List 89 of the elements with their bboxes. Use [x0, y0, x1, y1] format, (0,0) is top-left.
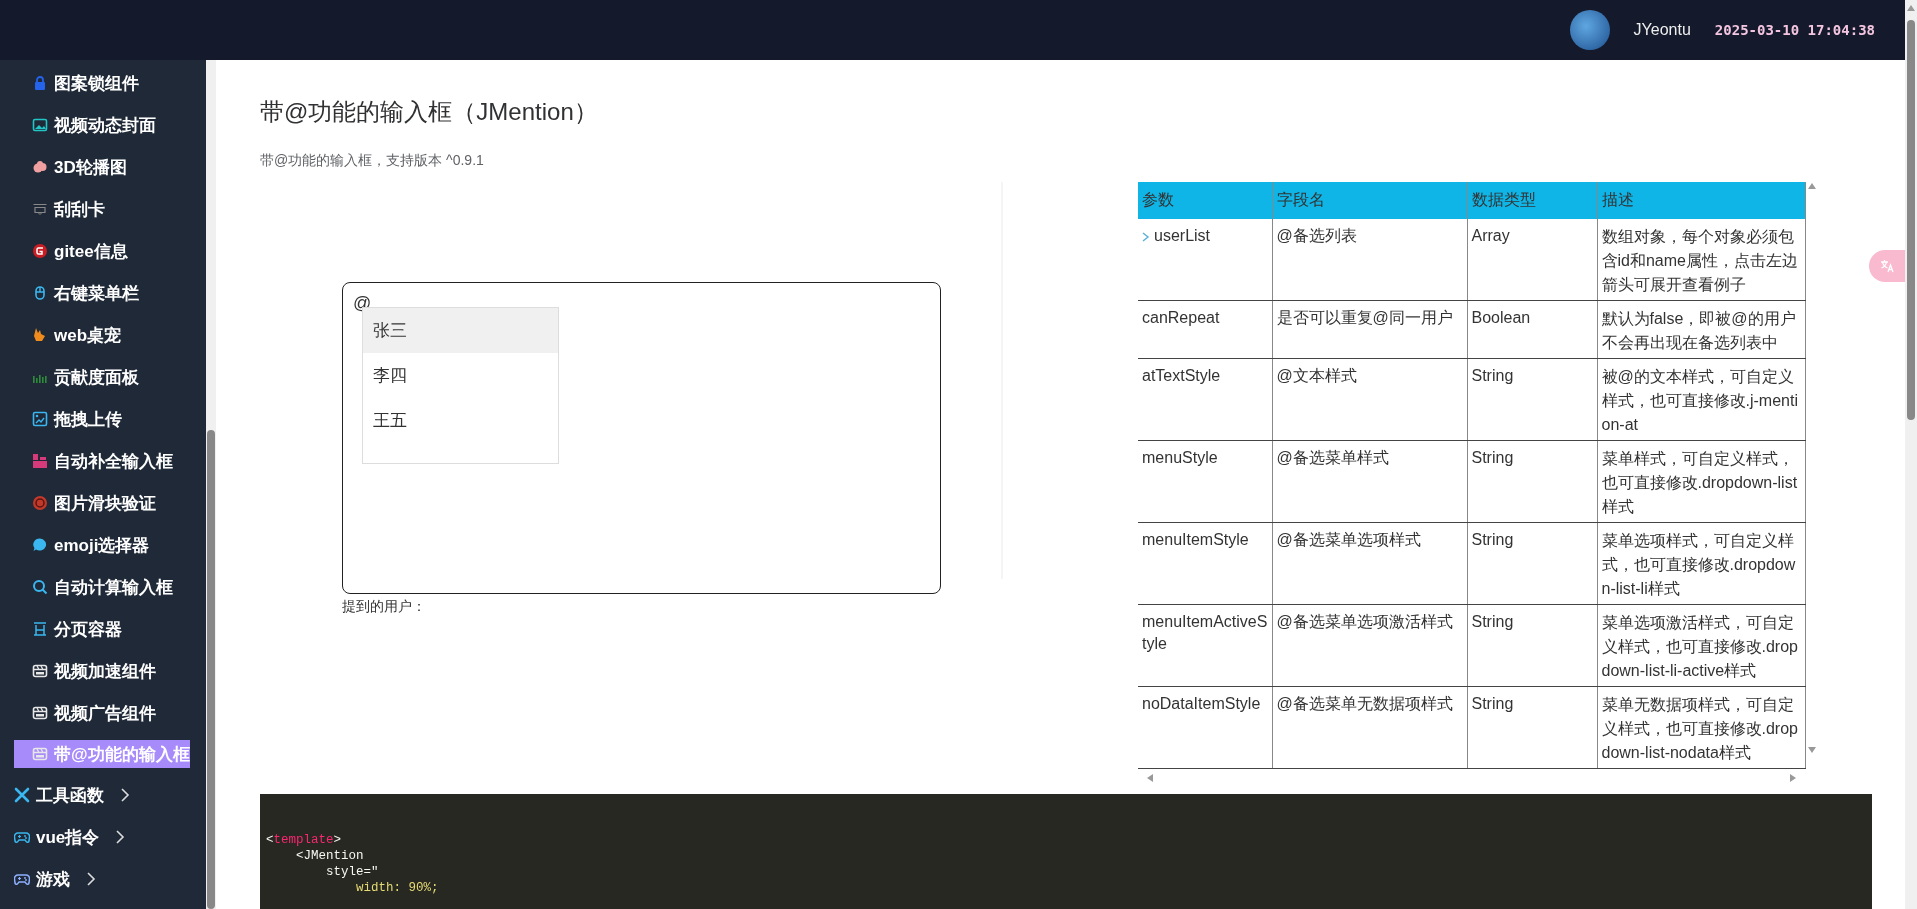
search-icon: [32, 579, 48, 595]
table-cell: menuStyle: [1138, 440, 1272, 523]
table-cell: @备选菜单无数据项样式: [1272, 686, 1467, 769]
dropdown-option[interactable]: 王五: [363, 398, 558, 443]
gamepad-icon: [14, 829, 30, 845]
sidebar-item[interactable]: 分页容器: [0, 608, 206, 650]
table-cell: 被@的文本样式，可自定义样式，也可直接修改.j-mention-at: [1597, 358, 1805, 441]
pages-icon: [32, 621, 48, 637]
clapper-icon: [32, 705, 48, 721]
sidebar-item[interactable]: 视频广告组件: [0, 692, 206, 734]
table-cell: Array: [1467, 219, 1597, 301]
scroll-right-icon[interactable]: [1789, 773, 1797, 783]
table-cell: 菜单样式，可自定义样式，也可直接修改.dropdown-list样式: [1597, 440, 1805, 523]
scroll-down-icon[interactable]: [1806, 746, 1817, 754]
picture-icon: [32, 117, 48, 133]
table-cell: 是否可以重复@同一用户: [1272, 300, 1467, 359]
cloud-icon: [32, 159, 48, 175]
blocks-icon: [32, 453, 48, 469]
table-cell: String: [1467, 440, 1597, 523]
table-cell: @备选菜单选项样式: [1272, 522, 1467, 605]
table-cell: noDataItemStyle: [1138, 686, 1272, 769]
table-cell: @备选列表: [1272, 219, 1467, 301]
scroll-left-icon[interactable]: [1146, 773, 1154, 783]
table-cell: @备选菜单选项激活样式: [1272, 604, 1467, 687]
timestamp: 2025-03-10 17:04:38: [1714, 22, 1875, 38]
translate-button[interactable]: [1869, 250, 1905, 282]
clapper-icon: [32, 746, 48, 762]
picture-icon: [32, 411, 48, 427]
table-cell: atTextStyle: [1138, 358, 1272, 441]
target-icon: [32, 495, 48, 511]
gamepad-icon: [14, 871, 30, 887]
sidebar-group[interactable]: 工具函数: [0, 774, 206, 816]
sidebar-item[interactable]: web桌宠: [0, 314, 206, 356]
sidebar-item[interactable]: 自动计算输入框: [0, 566, 206, 608]
sidebar-item[interactable]: 自动补全输入框: [0, 440, 206, 482]
expand-icon[interactable]: [1142, 231, 1150, 242]
column-header: 描述: [1597, 182, 1805, 219]
table-cell: menuItemActiveStyle: [1138, 604, 1272, 687]
sidebar-item[interactable]: 右键菜单栏: [0, 272, 206, 314]
sidebar-item[interactable]: 视频动态封面: [0, 104, 206, 146]
dropdown-option[interactable]: 张三: [363, 308, 558, 353]
table-cell: String: [1467, 686, 1597, 769]
sidebar-item[interactable]: 图案锁组件: [0, 62, 206, 104]
sidebar-item[interactable]: 3D轮播图: [0, 146, 206, 188]
avatar[interactable]: [1569, 10, 1610, 50]
table-cell: 菜单无数据项样式，可自定义样式，也可直接修改.dropdown-list-nodata样式: [1597, 686, 1805, 769]
g-circle-icon: [32, 243, 48, 259]
table-cell: 菜单选项激活样式，可自定义样式，也可直接修改.dropdown-list-li-active样式: [1597, 604, 1805, 687]
mentioned-users-label: 提到的用户：: [342, 598, 427, 616]
scroll-up-icon[interactable]: [1806, 182, 1817, 190]
sidebar-item[interactable]: gitee信息: [0, 230, 206, 272]
clapper-icon: [32, 663, 48, 679]
mouse-icon: [32, 285, 48, 301]
page-title: 带@功能的输入框（JMention）: [260, 97, 599, 127]
table-cell: String: [1467, 358, 1597, 441]
table-cell: canRepeat: [1138, 300, 1272, 359]
tools-icon: [14, 787, 30, 803]
column-header: 字段名: [1272, 182, 1467, 219]
column-header: 参数: [1138, 182, 1272, 219]
table-cell: menuItemStyle: [1138, 522, 1272, 605]
table-cell: @文本样式: [1272, 358, 1467, 441]
sidebar-item[interactable]: 拖拽上传: [0, 398, 206, 440]
sidebar-item[interactable]: 刮刮卡: [0, 188, 206, 230]
lock-icon: [32, 75, 48, 91]
sidebar-group[interactable]: vue指令: [0, 816, 206, 858]
scrollbar-thumb[interactable]: [206, 430, 215, 909]
page-subtitle: 带@功能的输入框，支持版本 ^0.9.1: [260, 152, 485, 170]
sidebar-item[interactable]: emoji选择器: [0, 524, 206, 566]
translate-icon: [1880, 259, 1894, 273]
code-block: <template> <JMention style=" width: 90%;: [260, 794, 1872, 909]
column-header: 数据类型: [1467, 182, 1597, 219]
table-cell: @备选菜单样式: [1272, 440, 1467, 523]
sidebar-group[interactable]: 游戏: [0, 858, 206, 900]
table-cell: String: [1467, 604, 1597, 687]
table-cell: String: [1467, 522, 1597, 605]
scroll-up-icon[interactable]: [1906, 4, 1916, 12]
sidebar-item[interactable]: 视频加速组件: [0, 650, 206, 692]
chat-bubble-icon: [32, 537, 48, 553]
table-cell: userList: [1138, 219, 1272, 301]
scrollbar-thumb[interactable]: [1907, 20, 1915, 420]
table-cell: 默认为false，即被@的用户不会再出现在备选列表中: [1597, 300, 1805, 359]
dropdown-option[interactable]: 李四: [363, 353, 558, 398]
user-name: JYeontu: [1633, 21, 1691, 39]
sidebar-item[interactable]: 贡献度面板: [0, 356, 206, 398]
table-cell: 菜单选项样式，可自定义样式，也可直接修改.dropdown-list-li样式: [1597, 522, 1805, 605]
table-cell: 数组对象，每个对象必须包含id和name属性，点击左边箭头可展开查看例子: [1597, 219, 1805, 301]
card-icon: [32, 201, 48, 217]
sidebar-item[interactable]: 图片滑块验证: [0, 482, 206, 524]
table-cell: Boolean: [1467, 300, 1597, 359]
